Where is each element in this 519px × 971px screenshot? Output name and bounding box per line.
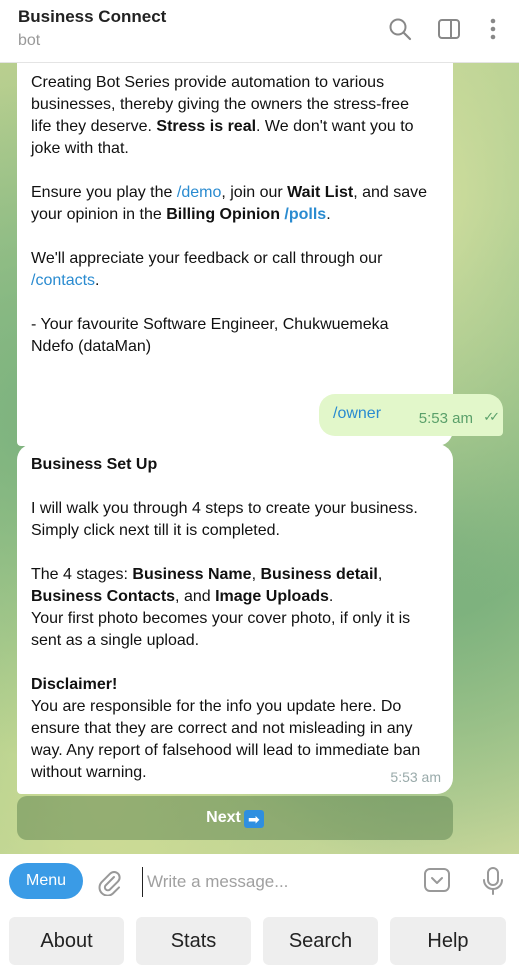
incoming-message: Business Set Up I will walk you through … — [17, 444, 453, 794]
message-time: 5:53 am — [390, 769, 441, 785]
message-paragraph: Ensure you play the /demo, join our Wait… — [31, 182, 431, 226]
polls-command-link[interactable]: /polls — [284, 206, 326, 223]
search-icon[interactable] — [387, 16, 413, 42]
message-text: , — [377, 566, 383, 583]
message-text: , and — [175, 588, 216, 605]
next-inline-button[interactable]: Next ➡ — [17, 796, 453, 840]
double-check-icon: ✓✓ — [483, 409, 500, 424]
message-text: . — [326, 206, 331, 223]
outgoing-message: /owner 5:53 am ✓✓ — [319, 394, 503, 436]
message-signature: - Your favourite Software Engineer, Chuk… — [31, 316, 389, 355]
message-text: . — [328, 588, 334, 605]
disclaimer-heading: Disclaimer! — [31, 676, 118, 693]
incoming-message: Creating Bot Series provide automation t… — [17, 62, 453, 446]
sidebar-toggle-icon[interactable] — [436, 16, 462, 42]
bold-text: Image Uploads — [215, 588, 329, 605]
message-title: Business Set Up — [31, 456, 158, 473]
search-button[interactable]: Search — [263, 917, 378, 965]
more-vertical-icon[interactable] — [480, 16, 506, 42]
chat-header: Business Connect bot — [0, 0, 519, 63]
bold-text: Business Contacts — [31, 588, 176, 605]
message-paragraph: Creating Bot Series provide automation t… — [31, 72, 431, 160]
message-paragraph: We'll appreciate your feedback or call t… — [31, 248, 431, 292]
arrow-right-icon: ➡ — [243, 810, 264, 828]
bold-text: Business Name — [132, 566, 252, 583]
bot-keyboard-icon[interactable] — [423, 866, 451, 894]
contacts-command-link[interactable]: /contacts — [31, 272, 95, 289]
message-text: We'll appreciate your feedback or call t… — [31, 250, 383, 267]
paperclip-icon[interactable] — [95, 868, 123, 897]
chat-area[interactable]: Creating Bot Series provide automation t… — [0, 62, 519, 854]
reply-keyboard: About Stats Search Help — [0, 910, 519, 971]
bold-text: Business detail — [260, 566, 378, 583]
bold-text: Stress is real — [156, 118, 257, 135]
message-time: 5:53 am — [418, 410, 473, 427]
help-button[interactable]: Help — [390, 917, 506, 965]
message-paragraph: I will walk you through 4 steps to creat… — [31, 500, 418, 539]
chat-title[interactable]: Business Connect — [18, 7, 166, 27]
message-paragraph: You are responsible for the info you upd… — [31, 698, 421, 781]
owner-command-link[interactable]: /owner — [333, 405, 381, 423]
message-text: The 4 stages: — [31, 566, 133, 583]
message-input-bar: Menu — [0, 854, 519, 910]
menu-button[interactable]: Menu — [9, 863, 83, 899]
message-input[interactable] — [142, 867, 409, 897]
stats-button[interactable]: Stats — [136, 917, 251, 965]
message-paragraph: The 4 stages: Business Name, Business de… — [31, 564, 441, 652]
about-button[interactable]: About — [9, 917, 124, 965]
microphone-icon[interactable] — [480, 866, 506, 896]
demo-command-link[interactable]: /demo — [177, 184, 221, 201]
message-text: . — [95, 272, 100, 289]
bold-text: Wait List — [287, 184, 354, 201]
chat-subtitle: bot — [18, 32, 41, 49]
message-text: Your first photo becomes your cover phot… — [31, 610, 411, 649]
message-text: Ensure you play the — [31, 184, 177, 201]
next-button-label: Next — [206, 809, 241, 826]
bold-text: Billing Opinion — [166, 206, 280, 223]
message-text: , join our — [221, 184, 288, 201]
